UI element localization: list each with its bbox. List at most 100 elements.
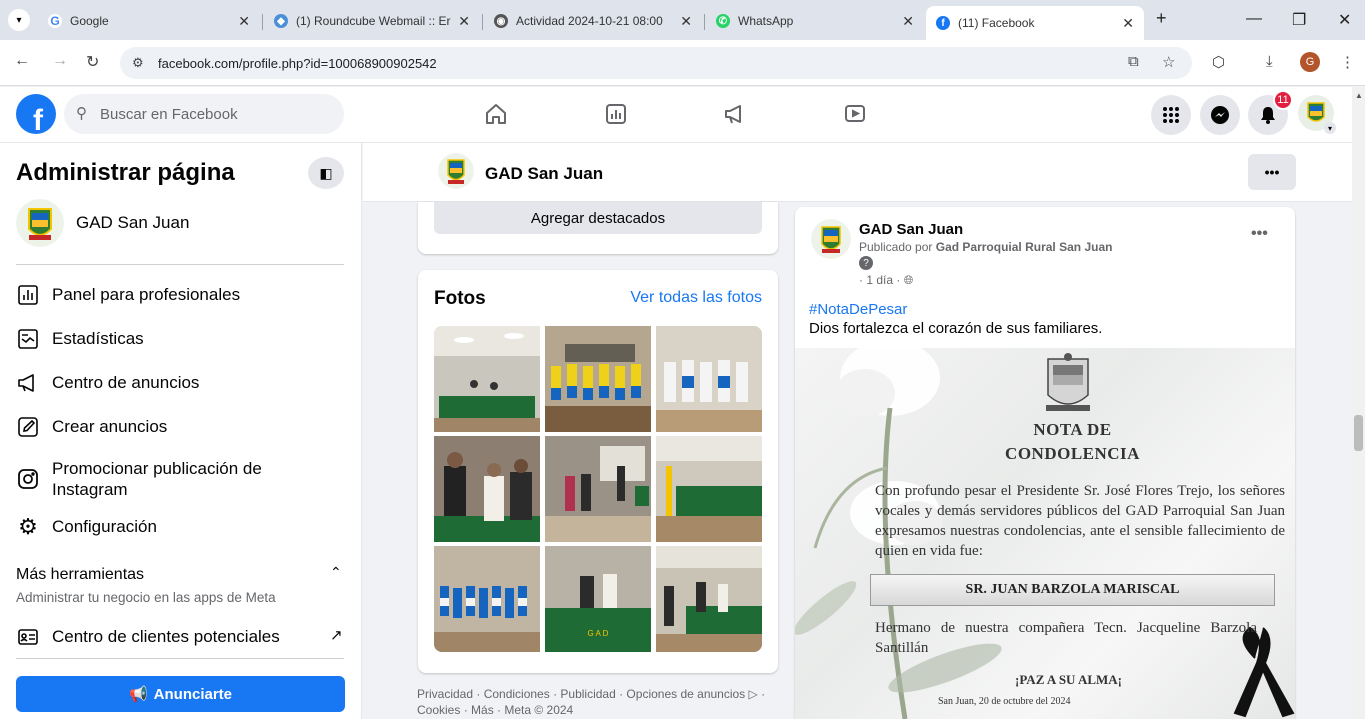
site-info-icon[interactable]: ⚙ [132,55,144,71]
advertise-button[interactable]: 📢 Anunciarte [16,676,345,712]
sidebar-item-clientes-potenciales[interactable]: Centro de clientes potenciales [16,625,346,649]
close-tab-icon[interactable]: ✕ [458,13,470,30]
dashboard-nav-icon[interactable] [603,101,629,127]
close-tab-icon[interactable]: ✕ [238,13,250,30]
tab-title: (11) Facebook [958,16,1035,30]
search-placeholder: Buscar en Facebook [100,105,238,123]
tab-roundcube[interactable]: ◆ (1) Roundcube Webmail :: Er ✕ [264,6,480,36]
minimize-icon[interactable]: — [1246,10,1262,28]
photo-thumbnail[interactable] [545,326,651,432]
footer-links[interactable]: Privacidad · Condiciones · Publicidad · … [417,686,782,718]
photo-thumbnail[interactable] [656,326,762,432]
post-image-condolence[interactable]: NOTA DE CONDOLENCIA Con profundo pesar e… [795,348,1295,719]
search-icon: ⚲ [76,105,87,122]
sidebar-page-profile[interactable]: GAD San Juan [16,199,189,247]
url-field[interactable]: ⚙ facebook.com/profile.php?id=1000689009… [120,47,1192,79]
more-tools-title[interactable]: Más herramientas [16,566,144,584]
close-window-icon[interactable]: ✕ [1338,10,1351,30]
photo-thumbnail[interactable] [656,546,762,652]
extensions-icon[interactable]: ⬡ [1212,53,1225,71]
post-author-name[interactable]: GAD San Juan [859,221,963,238]
photo-thumbnail[interactable] [434,326,540,432]
menu-grid-icon[interactable] [1151,95,1191,135]
back-icon[interactable]: ← [14,52,30,70]
cast-icon[interactable]: ⧉ [1128,53,1139,70]
page-header-name[interactable]: GAD San Juan [485,164,603,184]
browser-profile-avatar[interactable]: G [1300,52,1320,72]
tab-title: Google [70,14,109,28]
sidebar-item-centro-anuncios[interactable]: Centro de anuncios [16,371,346,395]
add-featured-button[interactable]: Agregar destacados [434,202,762,234]
photo-thumbnail[interactable] [434,436,540,542]
browser-menu-icon[interactable]: ⋮ [1340,53,1355,71]
info-icon[interactable]: ? [859,256,873,270]
download-icon[interactable]: ⤓ [1266,53,1273,70]
reload-icon[interactable]: ↻ [86,52,99,72]
sidebar-title: Administrar página [16,159,235,186]
dashboard-icon [16,283,40,307]
sidebar-item-estadisticas[interactable]: Estadísticas [16,327,346,351]
gear-icon: ⚙ [18,514,38,539]
restore-icon[interactable]: ❐ [1292,10,1306,30]
more-tools-subtitle: Administrar tu negocio en las apps de Me… [16,590,276,605]
condolence-title-2: CONDOLENCIA [1005,444,1140,463]
post-text: Dios fortalezca el corazón de sus famili… [809,320,1103,337]
close-tab-icon[interactable]: ✕ [902,13,914,30]
facebook-header: f ⚲ Buscar en Facebook [0,87,1352,143]
chevron-up-icon[interactable]: ⌃ [330,564,342,581]
photo-thumbnail[interactable] [434,546,540,652]
tab-google[interactable]: G Google ✕ [38,6,260,36]
scrollbar-thumb[interactable] [1354,415,1363,451]
close-tab-icon[interactable]: ✕ [680,13,692,30]
see-all-photos-link[interactable]: Ver todas las fotos [630,289,762,307]
home-icon[interactable] [483,101,509,127]
featured-card: Agregar destacados [418,202,778,254]
photo-thumbnail[interactable] [545,436,651,542]
tab-divider [704,14,705,30]
tab-facebook[interactable]: f (11) Facebook ✕ [926,6,1144,40]
tab-divider [482,14,483,30]
sidebar-item-crear-anuncios[interactable]: Crear anuncios [16,415,346,439]
photos-card: Fotos Ver todas las fotos G A D [418,270,778,673]
bookmark-star-icon[interactable]: ☆ [1162,53,1175,71]
messenger-icon[interactable] [1200,95,1240,135]
sidebar-item-label: Centro de clientes potenciales [52,627,280,646]
browser-tab-strip: ▾ G Google ✕ ◆ (1) Roundcube Webmail :: … [0,0,1365,40]
page-scrollbar[interactable]: ▲ [1352,87,1365,719]
roundcube-icon: ◆ [274,14,288,28]
sidebar-item-instagram[interactable]: Promocionar publicación de Instagram [16,458,346,500]
close-tab-icon[interactable]: ✕ [1122,15,1134,32]
post-author-avatar[interactable] [811,219,851,259]
address-toolbar: ← → ↻ ⚙ facebook.com/profile.php?id=1000… [0,40,1365,86]
facebook-logo-icon[interactable]: f [16,94,56,134]
page-avatar[interactable] [438,153,474,189]
video-icon[interactable] [842,101,868,127]
google-icon: G [48,14,62,28]
condolence-date: San Juan, 20 de octubre del 2024 [938,696,1071,707]
tab-search-button[interactable]: ▾ [8,9,30,31]
page-name: GAD San Juan [76,213,190,232]
tab-whatsapp[interactable]: ✆ WhatsApp ✕ [706,6,924,36]
search-input[interactable]: ⚲ Buscar en Facebook [64,94,344,134]
sidebar-item-panel-profesionales[interactable]: Panel para profesionales [16,283,346,307]
post-hashtag[interactable]: #NotaDePesar [809,301,907,318]
tab-actividad[interactable]: ◉ Actividad 2024-10-21 08:00 ✕ [484,6,702,36]
condolence-relation: Hermano de nuestra compañera Tecn. Jacqu… [875,620,1257,656]
post-time[interactable]: · 1 día · 🌐︎ [859,273,913,288]
photo-thumbnail[interactable] [656,436,762,542]
sidebar-item-configuracion[interactable]: ⚙ Configuración [16,514,346,539]
more-options-button[interactable]: ••• [1248,154,1296,190]
scroll-up-icon[interactable]: ▲ [1355,91,1363,100]
photos-title: Fotos [434,288,486,309]
tab-title: WhatsApp [738,14,794,28]
globe-icon: 🌐︎ [903,273,914,287]
collapse-sidebar-icon[interactable]: ◧ [308,157,344,189]
post-options-icon[interactable]: ••• [1251,225,1268,243]
published-by-name[interactable]: Gad Parroquial Rural San Juan [936,240,1113,254]
account-chevron-icon[interactable]: ▾ [1324,122,1336,134]
forward-icon[interactable]: → [52,52,68,70]
post-time-text: · 1 día · [859,273,904,287]
photo-thumbnail[interactable]: G A D [545,546,651,652]
ads-megaphone-icon[interactable] [722,101,748,127]
new-tab-icon[interactable]: + [1156,8,1167,29]
